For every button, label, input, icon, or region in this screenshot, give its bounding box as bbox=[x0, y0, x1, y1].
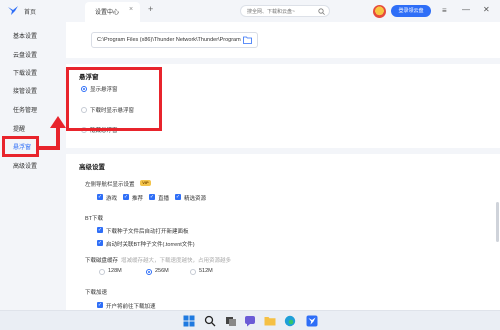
sidebar-item-takeover[interactable]: 接管设置 bbox=[0, 85, 66, 99]
search-icon[interactable] bbox=[318, 8, 325, 15]
sidebar-item-tasks[interactable]: 任务管理 bbox=[0, 104, 66, 118]
checkbox-games[interactable]: ✓ bbox=[97, 194, 103, 200]
taskbar bbox=[0, 310, 500, 330]
checkbox-label: 开户将前往下载加速 bbox=[106, 304, 156, 310]
radio-button[interactable] bbox=[190, 269, 196, 275]
nav-display-label: 左侧导航栏显示设置 bbox=[85, 182, 135, 188]
radio-label: 512M bbox=[199, 268, 213, 274]
task-view-icon[interactable] bbox=[225, 315, 237, 327]
chat-icon[interactable] bbox=[244, 315, 256, 327]
folder-icon[interactable] bbox=[243, 36, 252, 44]
edge-browser-icon[interactable] bbox=[284, 315, 296, 327]
section-divider bbox=[66, 148, 500, 154]
thunder-logo-icon bbox=[8, 6, 18, 15]
checkbox-accel[interactable]: ✓ bbox=[97, 302, 103, 308]
title-bar: 首页 设置中心 × + 登录领云盘 ≡ — ✕ bbox=[0, 0, 500, 22]
checkbox-label: 启动时关联BT种子文件(.torrent文件) bbox=[106, 242, 195, 248]
annotation-highlight-sidebar-item bbox=[2, 136, 39, 157]
checkbox-label: 游戏 bbox=[106, 196, 118, 202]
disk-cache-title: 下载磁盘缓存 bbox=[85, 258, 119, 264]
checkbox-label: 下载种子文件后自动打开新建面板 bbox=[106, 229, 189, 235]
sidebar: 基本设置 云盘设置 下载设置 接管设置 任务管理 提醒 悬浮窗 高级设置 bbox=[0, 22, 66, 310]
download-path-field[interactable]: C:\Program Files (x86)\Thunder Network\T… bbox=[91, 32, 258, 48]
annotation-highlight-floating-section bbox=[66, 67, 162, 131]
windows-start-icon[interactable] bbox=[183, 315, 195, 327]
download-accel-label: 下载加速 bbox=[85, 290, 108, 296]
sidebar-item-advanced[interactable]: 高级设置 bbox=[0, 160, 66, 174]
checkbox-live[interactable]: ✓ bbox=[149, 194, 155, 200]
checkbox-associate-torrent[interactable]: ✓ bbox=[97, 240, 103, 246]
tab-home[interactable]: 首页 bbox=[24, 7, 36, 16]
login-button[interactable]: 登录领云盘 bbox=[391, 5, 431, 17]
checkbox-label: 推荐 bbox=[132, 196, 144, 202]
disk-cache-hint: 增减缓存越大，下载速度越快，占用资源越多 bbox=[121, 258, 232, 264]
radio-button[interactable] bbox=[99, 269, 105, 275]
checkbox-label: 直播 bbox=[158, 196, 170, 202]
scrollbar-thumb[interactable] bbox=[496, 202, 499, 242]
download-path-value: C:\Program Files (x86)\Thunder Network\T… bbox=[97, 37, 241, 43]
radio-button[interactable] bbox=[146, 269, 152, 275]
checkbox-featured[interactable]: ✓ bbox=[175, 194, 181, 200]
avatar[interactable] bbox=[373, 5, 386, 18]
menu-icon[interactable]: ≡ bbox=[442, 6, 447, 15]
minimize-icon[interactable]: — bbox=[462, 5, 470, 14]
checkbox-auto-open-panel[interactable]: ✓ bbox=[97, 227, 103, 233]
radio-label: 128M bbox=[108, 268, 122, 274]
vip-badge: VIP bbox=[140, 180, 151, 186]
thunder-taskbar-icon[interactable] bbox=[306, 315, 318, 327]
close-icon[interactable]: ✕ bbox=[483, 5, 490, 14]
sidebar-item-cloud[interactable]: 云盘设置 bbox=[0, 49, 66, 63]
sidebar-item-download[interactable]: 下载设置 bbox=[0, 67, 66, 81]
search-input[interactable] bbox=[247, 7, 317, 16]
checkbox-recommend[interactable]: ✓ bbox=[123, 194, 129, 200]
tab-close-icon[interactable]: × bbox=[129, 6, 133, 13]
bt-download-label: BT下载 bbox=[85, 216, 104, 222]
section-divider bbox=[66, 58, 500, 64]
radio-label: 256M bbox=[155, 268, 169, 274]
file-explorer-icon[interactable] bbox=[264, 315, 276, 327]
advanced-title: 高级设置 bbox=[79, 164, 105, 171]
tab-settings[interactable]: 设置中心 × bbox=[85, 2, 140, 22]
search-icon[interactable] bbox=[204, 315, 216, 327]
add-tab-icon[interactable]: + bbox=[148, 4, 153, 14]
sidebar-item-basic[interactable]: 基本设置 bbox=[0, 30, 66, 44]
sidebar-item-reminder[interactable]: 提醒 bbox=[0, 123, 66, 137]
disk-cache-label: 下载磁盘缓存 增减缓存越大，下载速度越快，占用资源越多 bbox=[85, 256, 231, 264]
search-box[interactable] bbox=[240, 5, 330, 17]
settings-content: C:\Program Files (x86)\Thunder Network\T… bbox=[66, 22, 500, 310]
tab-settings-label: 设置中心 bbox=[95, 10, 120, 16]
checkbox-label: 精选资源 bbox=[184, 196, 207, 202]
